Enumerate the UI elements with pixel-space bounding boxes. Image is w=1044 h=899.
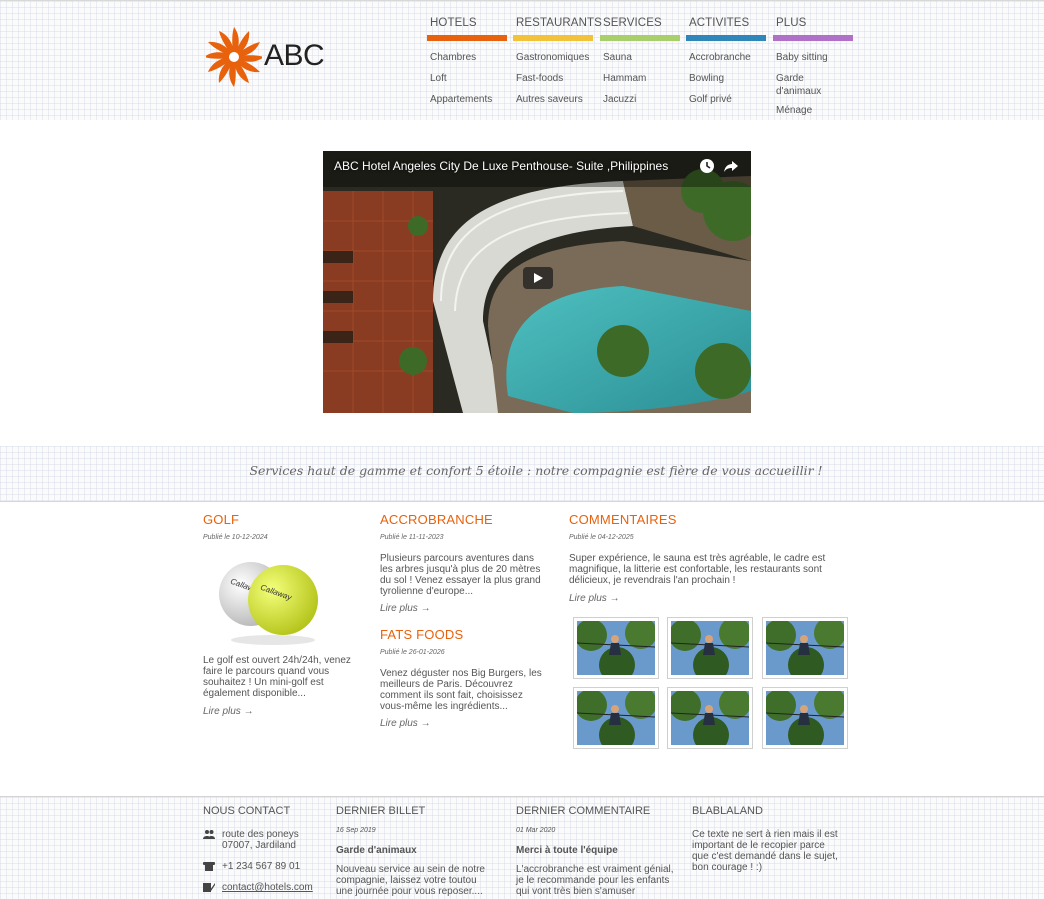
menu-item-jacuzzi[interactable]: Jacuzzi bbox=[600, 93, 680, 114]
footer-comment-text: L'accrobranche est vraiment génial, je l… bbox=[516, 864, 674, 897]
menu-bar-restaurants bbox=[513, 35, 593, 41]
logo-text: ABC bbox=[264, 39, 325, 72]
gallery-thumbnail[interactable] bbox=[667, 617, 753, 679]
footer-billet-date: 16 Sep 2019 bbox=[336, 827, 376, 834]
video-player[interactable]: ABC Hotel Angeles City De Luxe Penthouse… bbox=[323, 151, 751, 413]
menu-services: SERVICES Sauna Hammam Jacuzzi bbox=[600, 15, 680, 114]
accrobranche-date: Publié le 11-11-2023 bbox=[380, 534, 444, 541]
golf-read-more-link[interactable]: Lire plus → bbox=[203, 706, 254, 717]
footer-billet-text: Nouveau service au sein de notre compagn… bbox=[336, 864, 485, 897]
fastfoods-read-more-link[interactable]: Lire plus → bbox=[380, 718, 431, 729]
play-icon bbox=[534, 273, 543, 283]
accrobranche-photo bbox=[577, 691, 655, 745]
tagline: Services haut de gamme et confort 5 étoi… bbox=[249, 463, 823, 478]
gallery-thumbnail[interactable] bbox=[762, 687, 848, 749]
comments-read-more-link[interactable]: Lire plus → bbox=[569, 593, 620, 604]
menu-item-chambres[interactable]: Chambres bbox=[427, 51, 507, 72]
accrobranche-read-more-link[interactable]: Lire plus → bbox=[380, 603, 431, 614]
menu-plus: PLUS Baby sitting Garde d'animaux Ménage bbox=[773, 15, 853, 125]
menu-title-plus[interactable]: PLUS bbox=[773, 15, 853, 35]
menu-bar-services bbox=[600, 35, 680, 41]
footer-billet-title: DERNIER BILLET bbox=[336, 805, 426, 817]
menu-item-gastronomiques[interactable]: Gastronomiques bbox=[513, 51, 593, 72]
menu-hotels: HOTELS Chambres Loft Appartements bbox=[427, 15, 507, 114]
share-icon[interactable] bbox=[723, 158, 739, 174]
menu-item-accrobranche[interactable]: Accrobranche bbox=[686, 51, 766, 72]
menu-item-menage[interactable]: Ménage bbox=[773, 104, 853, 125]
menu-item-loft[interactable]: Loft bbox=[427, 72, 507, 93]
menu-item-hammam[interactable]: Hammam bbox=[600, 72, 680, 93]
accrobranche-photo bbox=[577, 621, 655, 675]
footer-blabla-title: BLABLALAND bbox=[692, 805, 763, 817]
fastfoods-text: Venez déguster nos Big Burgers, les meil… bbox=[380, 668, 542, 712]
golf-title[interactable]: GOLF bbox=[203, 512, 239, 527]
accrobranche-photo bbox=[671, 621, 749, 675]
menu-title-services[interactable]: SERVICES bbox=[600, 15, 680, 35]
footer-contact-title: NOUS CONTACT bbox=[203, 805, 291, 817]
footer-billet-heading[interactable]: Garde d'animaux bbox=[336, 845, 417, 856]
menu-item-appartements[interactable]: Appartements bbox=[427, 93, 507, 114]
golf-text: Le golf est ouvert 24h/24h, venez faire … bbox=[203, 655, 351, 699]
edit-icon bbox=[203, 883, 215, 892]
site-footer: NOUS CONTACT route des poneys 07007, Jar… bbox=[0, 796, 1044, 899]
fastfoods-title[interactable]: FATS FOODS bbox=[380, 627, 463, 642]
menu-bar-hotels bbox=[427, 35, 507, 41]
users-icon bbox=[203, 830, 215, 839]
comments-title[interactable]: COMMENTAIRES bbox=[569, 512, 677, 527]
golf-balls-image: Callaway Callaway bbox=[219, 562, 318, 645]
accrobranche-title[interactable]: ACCROBRANCHE bbox=[380, 512, 493, 527]
menu-item-sauna[interactable]: Sauna bbox=[600, 51, 680, 72]
accrobranche-text: Plusieurs parcours aventures dans les ar… bbox=[380, 553, 541, 597]
menu-title-restaurants[interactable]: RESTAURANTS bbox=[513, 15, 602, 35]
footer-address: route des poneys 07007, Jardiland bbox=[222, 829, 299, 851]
menu-item-bowling[interactable]: Bowling bbox=[686, 72, 766, 93]
footer-phone: +1 234 567 89 01 bbox=[222, 861, 301, 872]
phone-icon bbox=[203, 862, 215, 871]
footer-comment-title: DERNIER COMMENTAIRE bbox=[516, 805, 651, 817]
menu-item-fast-foods[interactable]: Fast-foods bbox=[513, 72, 593, 93]
comments-date: Publié le 04-12-2025 bbox=[569, 534, 634, 541]
footer-blabla-text: Ce texte ne sert à rien mais il est impo… bbox=[692, 829, 838, 873]
gallery-thumbnail[interactable] bbox=[573, 617, 659, 679]
golf-date: Publié le 10-12-2024 bbox=[203, 534, 268, 541]
footer-comment-date: 01 Mar 2020 bbox=[516, 827, 556, 834]
footer-email-link[interactable]: contact@hotels.com bbox=[222, 882, 313, 893]
menu-title-hotels[interactable]: HOTELS bbox=[427, 15, 507, 35]
site-header: ABC HOTELS Chambres Loft Appartements RE… bbox=[0, 0, 1044, 120]
accrobranche-photo bbox=[671, 691, 749, 745]
menu-bar-activites bbox=[686, 35, 766, 41]
menu-item-baby-sitting[interactable]: Baby sitting bbox=[773, 51, 853, 72]
sunburst-logo-icon bbox=[206, 27, 262, 87]
menu-item-autres-saveurs[interactable]: Autres saveurs bbox=[513, 93, 593, 114]
video-title[interactable]: ABC Hotel Angeles City De Luxe Penthouse… bbox=[334, 159, 668, 173]
clock-icon[interactable] bbox=[699, 158, 715, 174]
menu-restaurants: RESTAURANTS Gastronomiques Fast-foods Au… bbox=[513, 15, 602, 114]
play-button[interactable] bbox=[523, 267, 553, 289]
logo[interactable]: ABC bbox=[206, 25, 326, 89]
menu-item-golf-prive[interactable]: Golf privé bbox=[686, 93, 766, 114]
tagline-band: Services haut de gamme et confort 5 étoi… bbox=[0, 446, 1044, 502]
menu-item-garde-animaux[interactable]: Garde d'animaux bbox=[773, 72, 835, 104]
gallery-thumbnail[interactable] bbox=[667, 687, 753, 749]
accrobranche-photo bbox=[766, 621, 844, 675]
fastfoods-date: Publié le 26-01-2026 bbox=[380, 649, 445, 656]
comments-text: Super expérience, le sauna est très agré… bbox=[569, 553, 826, 586]
gallery-thumbnail[interactable] bbox=[573, 687, 659, 749]
menu-bar-plus bbox=[773, 35, 853, 41]
footer-comment-heading[interactable]: Merci à toute l'équipe bbox=[516, 845, 618, 856]
accrobranche-photo bbox=[766, 691, 844, 745]
gallery-thumbnail[interactable] bbox=[762, 617, 848, 679]
menu-activites: ACTIVITES Accrobranche Bowling Golf priv… bbox=[686, 15, 766, 114]
menu-title-activites[interactable]: ACTIVITES bbox=[686, 15, 766, 35]
